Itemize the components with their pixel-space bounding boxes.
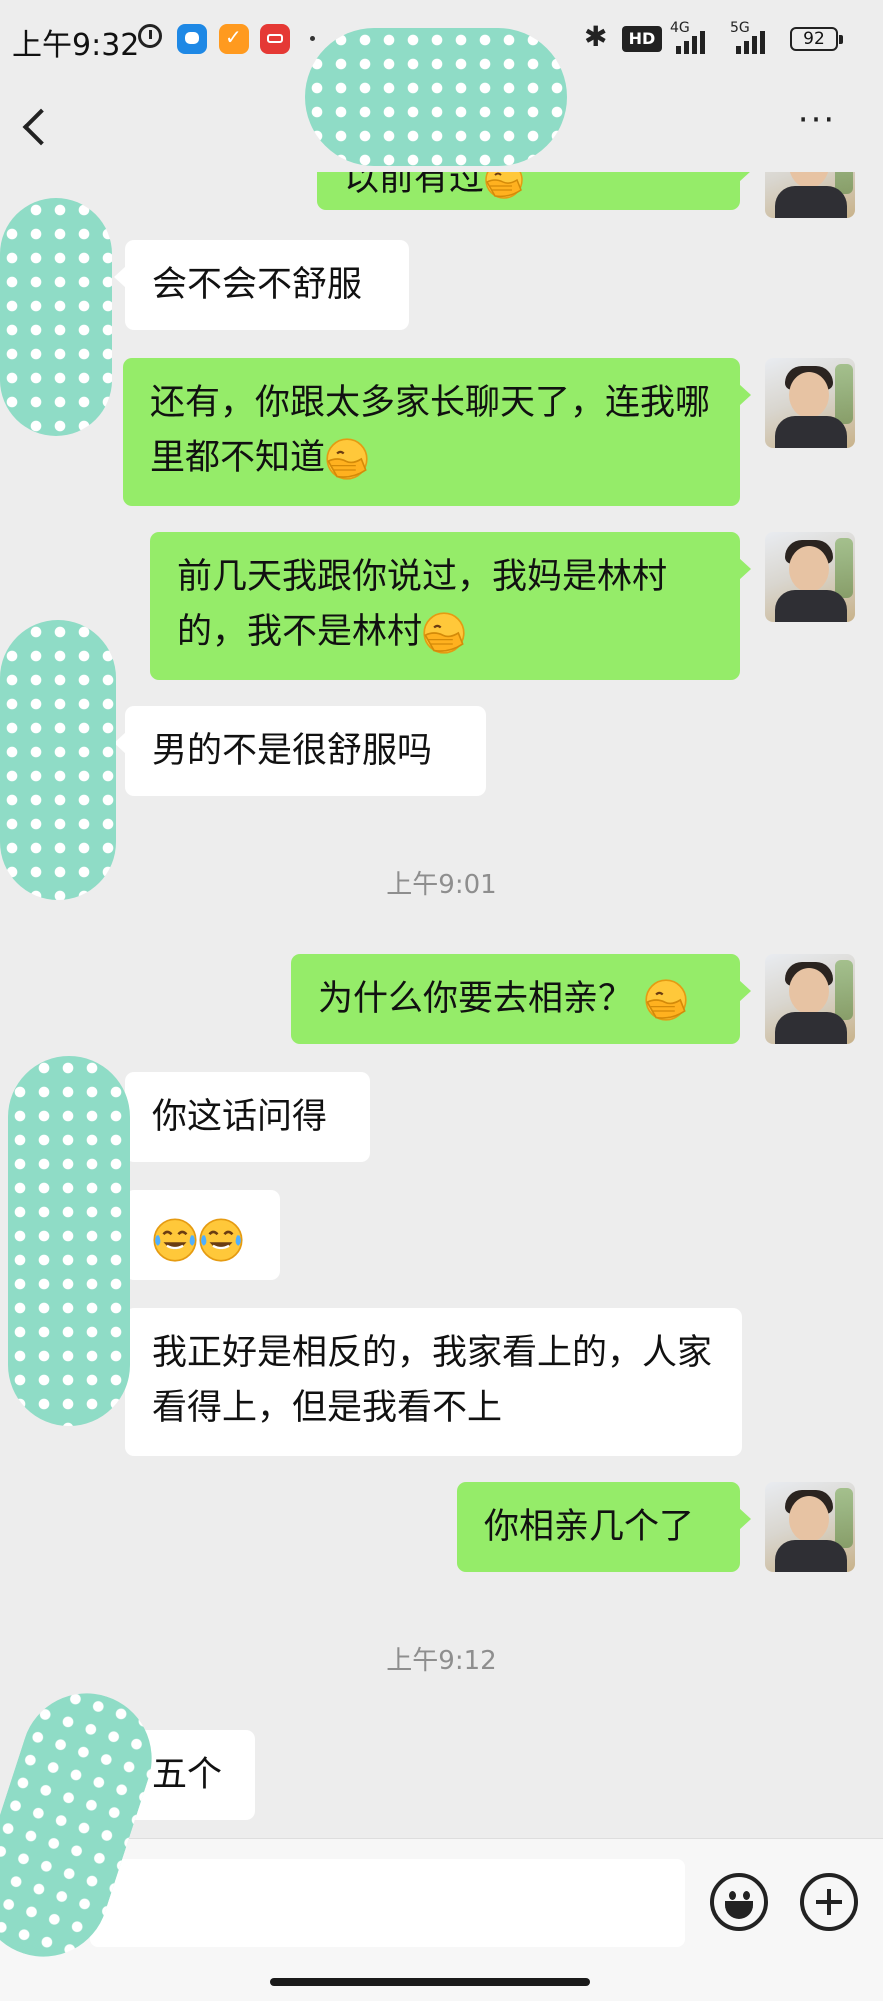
task-app-icon <box>219 24 249 54</box>
message-text: 会不会不舒服 <box>152 265 363 305</box>
message-bubble-incoming[interactable]: 会不会不舒服 <box>114 240 409 330</box>
message-text: 男的不是很舒服吗 <box>152 731 433 771</box>
hd-voice-icon: HD <box>622 26 662 52</box>
message-text: 我正好是相反的，我家看上的，人家看得上，但是我看不上 <box>152 1333 713 1428</box>
message-app-icon <box>177 24 207 54</box>
timestamp: 上午9:01 <box>386 870 497 900</box>
my-avatar[interactable] <box>765 1482 855 1572</box>
my-avatar[interactable] <box>765 172 855 218</box>
shop-app-icon <box>260 24 290 54</box>
signal-5g-icon: 5G <box>730 20 780 54</box>
message-bubble-incoming[interactable]: 男的不是很舒服吗 <box>114 706 486 796</box>
signal-4g-icon: 4G <box>670 20 720 54</box>
message-list[interactable]: 以前有过 会不会不舒服 还有，你跟太多家长聊天了，连我哪里都不知道 前几天我跟你… <box>0 172 883 1840</box>
message-bubble-outgoing[interactable]: 前几天我跟你说过，我妈是林村的，我不是林村 <box>150 532 751 680</box>
message-bubble-incoming[interactable]: 我正好是相反的，我家看上的，人家看得上，但是我看不上 <box>114 1308 742 1456</box>
my-avatar[interactable] <box>765 532 855 622</box>
message-text: 以前有过 <box>344 172 485 199</box>
status-time: 上午9:32 <box>12 28 140 63</box>
tears-of-joy-emoji <box>152 1217 198 1263</box>
message-bubble-outgoing[interactable]: 为什么你要去相亲？ <box>291 954 751 1044</box>
input-bar <box>0 1838 883 2001</box>
facepalm-emoji <box>325 437 369 481</box>
message-text: 为什么你要去相亲？ <box>318 979 634 1019</box>
privacy-mask-title <box>305 28 567 166</box>
facepalm-emoji <box>484 172 524 200</box>
privacy-mask-avatar <box>0 198 112 436</box>
facepalm-emoji <box>422 611 466 655</box>
facepalm-emoji <box>644 978 688 1022</box>
alarm-icon <box>138 24 162 48</box>
message-text: 你相亲几个了 <box>484 1507 695 1547</box>
message-input[interactable] <box>90 1859 685 1947</box>
back-button[interactable] <box>20 102 60 152</box>
privacy-mask-avatar <box>8 1056 130 1426</box>
more-notifications-icon <box>310 36 315 41</box>
message-bubble-outgoing[interactable]: 还有，你跟太多家长聊天了，连我哪里都不知道 <box>123 358 751 506</box>
message-bubble-outgoing[interactable]: 以前有过 <box>317 172 751 210</box>
my-avatar[interactable] <box>765 358 855 448</box>
message-bubble-incoming[interactable] <box>114 1190 280 1280</box>
message-text: 你这话问得 <box>152 1097 328 1137</box>
plus-icon[interactable] <box>800 1873 858 1931</box>
my-avatar[interactable] <box>765 954 855 1044</box>
tears-of-joy-emoji <box>198 1217 244 1263</box>
privacy-mask-avatar <box>0 620 116 900</box>
battery-icon: 92 <box>790 27 843 51</box>
message-bubble-outgoing[interactable]: 你相亲几个了 <box>457 1482 751 1572</box>
message-bubble-incoming[interactable]: 你这话问得 <box>114 1072 370 1162</box>
timestamp: 上午9:12 <box>386 1646 497 1676</box>
more-options-button[interactable]: ··· <box>792 103 842 150</box>
home-indicator[interactable] <box>270 1978 590 1986</box>
message-text: 五个 <box>152 1755 223 1795</box>
emoji-icon[interactable] <box>710 1873 768 1931</box>
bluetooth-icon: ✱ <box>584 20 608 53</box>
message-text: 还有，你跟太多家长聊天了，连我哪里都不知道 <box>150 383 711 478</box>
